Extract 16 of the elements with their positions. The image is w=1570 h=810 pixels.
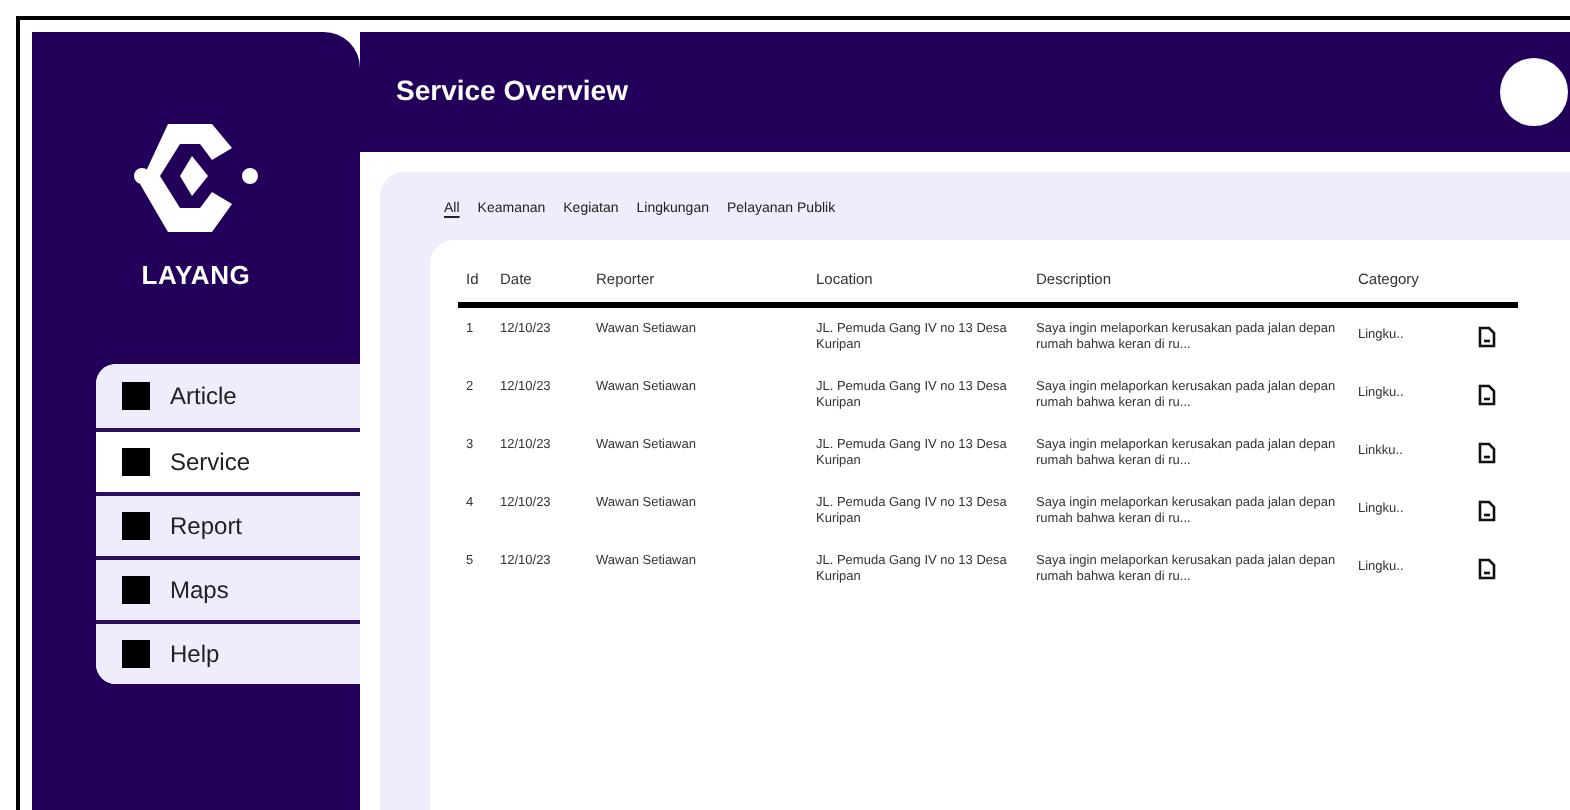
- square-icon: [122, 639, 150, 667]
- avatar[interactable]: [1500, 58, 1568, 126]
- square-icon: [122, 575, 150, 603]
- square-icon: [122, 381, 150, 409]
- file-icon[interactable]: [1478, 558, 1496, 581]
- brand-name: LAYANG: [141, 258, 251, 294]
- file-icon[interactable]: [1478, 326, 1496, 349]
- square-icon: [122, 511, 150, 539]
- logo-icon: [132, 120, 260, 236]
- file-icon[interactable]: [1478, 500, 1496, 523]
- nav-item[interactable]: Service: [96, 427, 360, 491]
- page-title: Service Overview: [396, 72, 628, 111]
- file-icon[interactable]: [1478, 384, 1496, 407]
- nav-item[interactable]: Help: [96, 619, 360, 683]
- square-icon: [122, 447, 150, 475]
- file-icon[interactable]: [1478, 442, 1496, 465]
